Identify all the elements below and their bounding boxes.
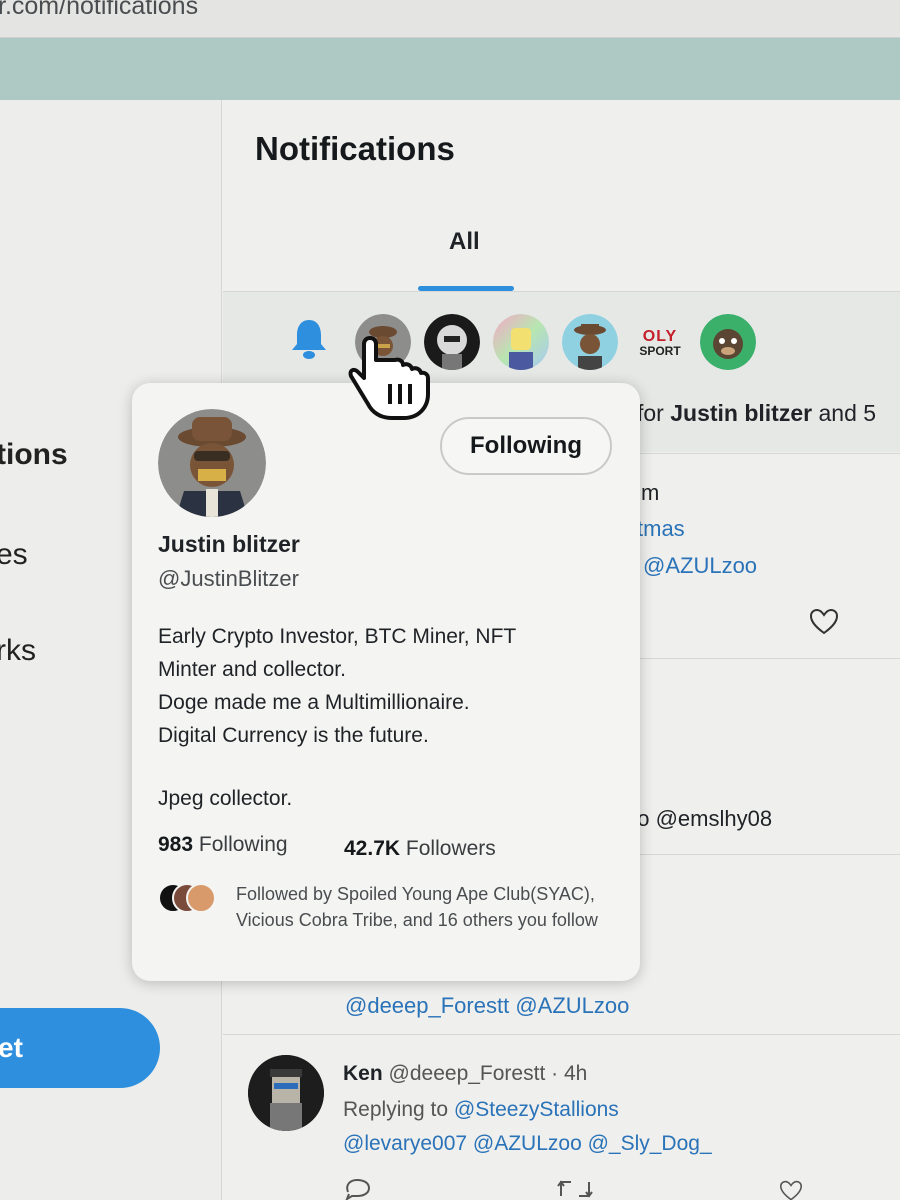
- mention-link[interactable]: @SteezyStallions: [454, 1098, 619, 1121]
- following-button[interactable]: Following: [440, 417, 612, 475]
- tweet-fragment: oo @emslhy08: [625, 806, 773, 831]
- tab-all[interactable]: All: [449, 228, 480, 256]
- heart-icon[interactable]: [809, 608, 839, 636]
- reply-header: Ken @deeep_Forestt · 4h: [343, 1062, 587, 1086]
- mention-link[interactable]: @AZULzoo: [643, 553, 757, 579]
- oly-sport-logo[interactable]: OLY SPORT: [635, 329, 685, 359]
- avatar[interactable]: [562, 314, 618, 370]
- retweet-icon[interactable]: [557, 1178, 593, 1200]
- following-count[interactable]: 983 Following: [158, 833, 288, 857]
- url-text: r.com/notifications: [0, 0, 199, 20]
- profile-handle[interactable]: @JustinBlitzer: [158, 566, 299, 592]
- profile-avatar[interactable]: [158, 409, 266, 517]
- replying-to: Replying to @SteezyStallions: [343, 1098, 619, 1121]
- profile-hover-card: Following Justin blitzer @JustinBlitzer …: [132, 383, 640, 981]
- followed-by-text[interactable]: Followed by Spoiled Young Ape Club(SYAC)…: [236, 881, 616, 933]
- hand-cursor-icon: [348, 336, 430, 420]
- notification-text: for Justin blitzer and 5: [637, 400, 877, 426]
- avatar: [186, 883, 216, 913]
- tweet-fragment: m: [641, 480, 660, 505]
- avatar[interactable]: [493, 314, 549, 370]
- mention-link[interactable]: @deeep_Forestt @AZULzoo: [345, 993, 629, 1019]
- url-bar[interactable]: r.com/notifications: [0, 0, 900, 38]
- profile-name[interactable]: Justin blitzer: [158, 531, 300, 558]
- heart-icon[interactable]: [777, 1180, 805, 1200]
- sidebar-item-notifications[interactable]: tions: [0, 438, 68, 472]
- tweet-button[interactable]: et: [0, 1008, 160, 1088]
- tweet-fragment-link[interactable]: tmas: [637, 516, 685, 542]
- divider: [223, 1034, 900, 1035]
- page-title: Notifications: [255, 130, 455, 167]
- followers-count[interactable]: 42.7K Followers: [344, 837, 496, 861]
- profile-bio: Early Crypto Investor, BTC Miner, NFT Mi…: [158, 625, 517, 810]
- avatar[interactable]: [248, 1055, 324, 1131]
- author-name[interactable]: Ken: [343, 1062, 383, 1085]
- sidebar-item-bookmarks[interactable]: rks: [0, 634, 36, 668]
- browser-header-band: [0, 38, 900, 100]
- mention-links[interactable]: @levarye007 @AZULzoo @_Sly_Dog_: [343, 1132, 712, 1156]
- avatar[interactable]: [700, 314, 756, 370]
- author-handle[interactable]: @deeep_Forestt: [389, 1062, 546, 1085]
- sidebar-item-messages[interactable]: es: [0, 538, 28, 572]
- timestamp: · 4h: [551, 1062, 588, 1085]
- reply-icon[interactable]: [343, 1178, 371, 1200]
- bell-icon: [292, 320, 326, 359]
